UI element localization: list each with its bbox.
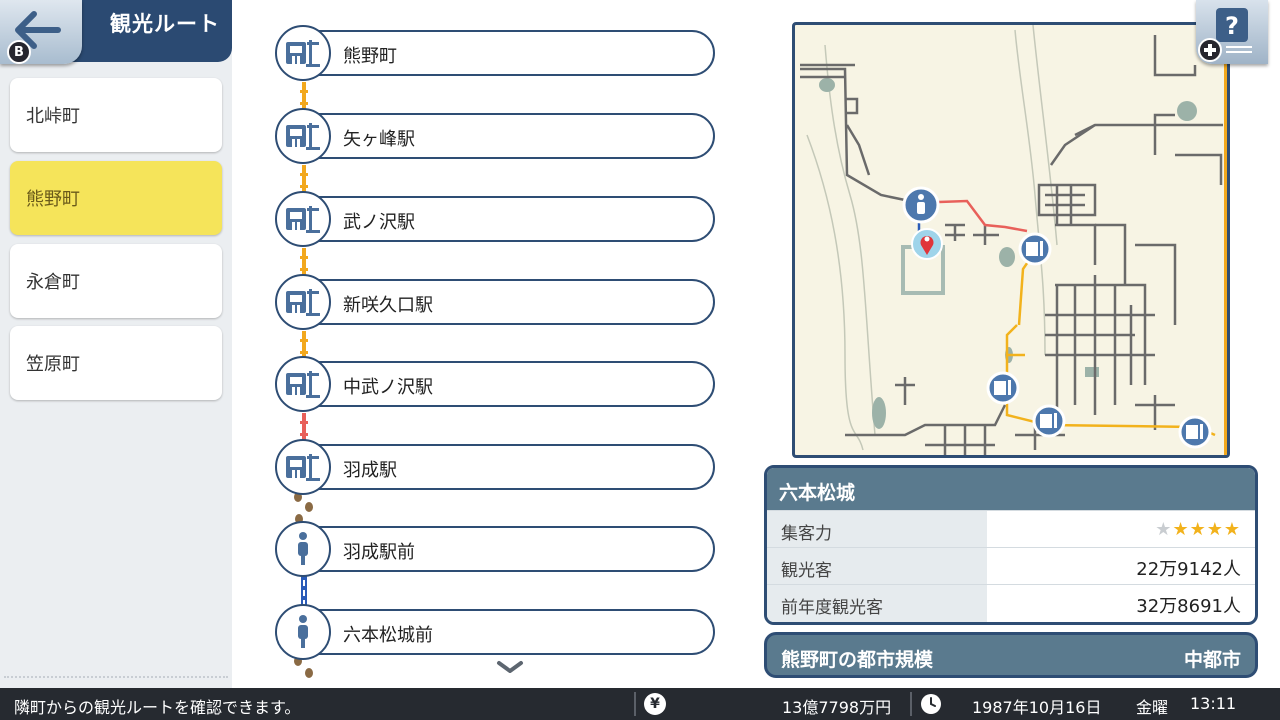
- station-icon: [275, 356, 331, 412]
- info-label: 前年度観光客: [767, 585, 987, 622]
- help-button[interactable]: ?: [1196, 0, 1268, 64]
- page-title: 観光ルート: [110, 12, 220, 36]
- route-item[interactable]: 羽成駅: [277, 444, 715, 490]
- attraction-stars: ★★★★★: [1155, 519, 1241, 540]
- route-label: 武ノ沢駅: [343, 212, 415, 233]
- route-item[interactable]: 新咲久口駅: [277, 279, 715, 325]
- clock-icon: [921, 694, 941, 714]
- route-label: 熊野町: [343, 46, 397, 67]
- location-pin-icon: [911, 228, 943, 260]
- station-icon: [275, 439, 331, 495]
- star-filled-icon: ★: [1206, 519, 1224, 540]
- funds-value: 13億7798万円: [782, 698, 892, 717]
- city-scale-bar: 熊野町の都市規模 中都市: [764, 632, 1258, 678]
- station-icon: [275, 108, 331, 164]
- town-item-nagakura[interactable]: 永倉町: [10, 244, 222, 318]
- info-row-attraction: 集客力 ★★★★★: [767, 510, 1255, 548]
- star-filled-icon: ★: [1223, 519, 1241, 540]
- weekday-value: 金曜: [1136, 698, 1169, 717]
- town-item-kumano[interactable]: 熊野町: [10, 161, 222, 235]
- info-row-visitors: 観光客 22万9142人: [767, 547, 1255, 585]
- map-canvas: [800, 25, 1227, 455]
- spot-info-panel: 六本松城 集客力 ★★★★★ 観光客 22万9142人 前年度観光客 32万86…: [764, 465, 1258, 625]
- status-bar: 隣町からの観光ルートを確認できます。 ¥ 13億7798万円 1987年10月1…: [0, 688, 1280, 720]
- route-item[interactable]: 六本松城前: [277, 609, 715, 655]
- walk-connector: [294, 656, 313, 678]
- visitors-value: 22万9142人: [1136, 559, 1241, 580]
- star-empty-icon: ★: [1155, 519, 1173, 540]
- list-divider: [4, 676, 228, 680]
- station-icon: [275, 191, 331, 247]
- bus-stop-marker-icon: [902, 186, 940, 224]
- scroll-down-chevron-icon[interactable]: [496, 660, 524, 674]
- info-label: 観光客: [767, 548, 987, 585]
- svg-text:?: ?: [1225, 12, 1239, 40]
- route-label: 六本松城前: [343, 625, 433, 646]
- yen-icon: ¥: [644, 693, 666, 715]
- route-item[interactable]: 中武ノ沢駅: [277, 361, 715, 407]
- station-marker-icon: [1032, 404, 1066, 438]
- town-label: 笠原町: [26, 354, 80, 375]
- town-list-panel: 観光ルート B 北峠町 熊野町 永倉町 笠原町: [0, 0, 232, 688]
- info-label: 集客力: [767, 511, 987, 548]
- spot-name: 六本松城: [767, 468, 1255, 510]
- route-map[interactable]: [792, 22, 1230, 458]
- prev-visitors-value: 32万8691人: [1136, 596, 1241, 617]
- route-item[interactable]: 羽成駅前: [277, 526, 715, 572]
- bus-stop-icon: [275, 604, 331, 660]
- status-divider: [634, 692, 636, 716]
- help-icon: ?: [1198, 8, 1252, 62]
- town-label: 熊野町: [26, 189, 80, 210]
- status-divider: [910, 692, 912, 716]
- date-value: 1987年10月16日: [972, 698, 1102, 717]
- town-label: 永倉町: [26, 272, 80, 293]
- station-icon: [275, 274, 331, 330]
- city-scale-value: 中都市: [1183, 649, 1241, 671]
- town-label: 北峠町: [26, 106, 80, 127]
- status-message: 隣町からの観光ルートを確認できます。: [14, 698, 301, 717]
- route-label: 羽成駅前: [343, 542, 415, 563]
- bus-stop-icon: [275, 521, 331, 577]
- route-item[interactable]: 熊野町: [277, 30, 715, 76]
- town-item-kitatouge[interactable]: 北峠町: [10, 78, 222, 152]
- station-marker-icon: [1018, 232, 1052, 266]
- route-label: 羽成駅: [343, 460, 397, 481]
- route-label: 新咲久口駅: [343, 295, 433, 316]
- station-marker-icon: [986, 371, 1020, 405]
- back-button[interactable]: B: [0, 0, 82, 64]
- route-label: 矢ヶ峰駅: [343, 129, 415, 150]
- route-item[interactable]: 矢ヶ峰駅: [277, 113, 715, 159]
- route-label: 中武ノ沢駅: [343, 377, 433, 398]
- station-icon: [275, 25, 331, 81]
- star-filled-icon: ★: [1189, 519, 1207, 540]
- star-filled-icon: ★: [1172, 519, 1190, 540]
- station-marker-icon: [1178, 415, 1212, 449]
- time-value: 13:11: [1190, 694, 1237, 713]
- route-item[interactable]: 武ノ沢駅: [277, 196, 715, 242]
- info-row-prev-visitors: 前年度観光客 32万8691人: [767, 584, 1255, 622]
- city-scale-label: 熊野町の都市規模: [781, 649, 934, 671]
- b-button-badge: B: [7, 40, 31, 64]
- town-item-kasahara[interactable]: 笠原町: [10, 326, 222, 400]
